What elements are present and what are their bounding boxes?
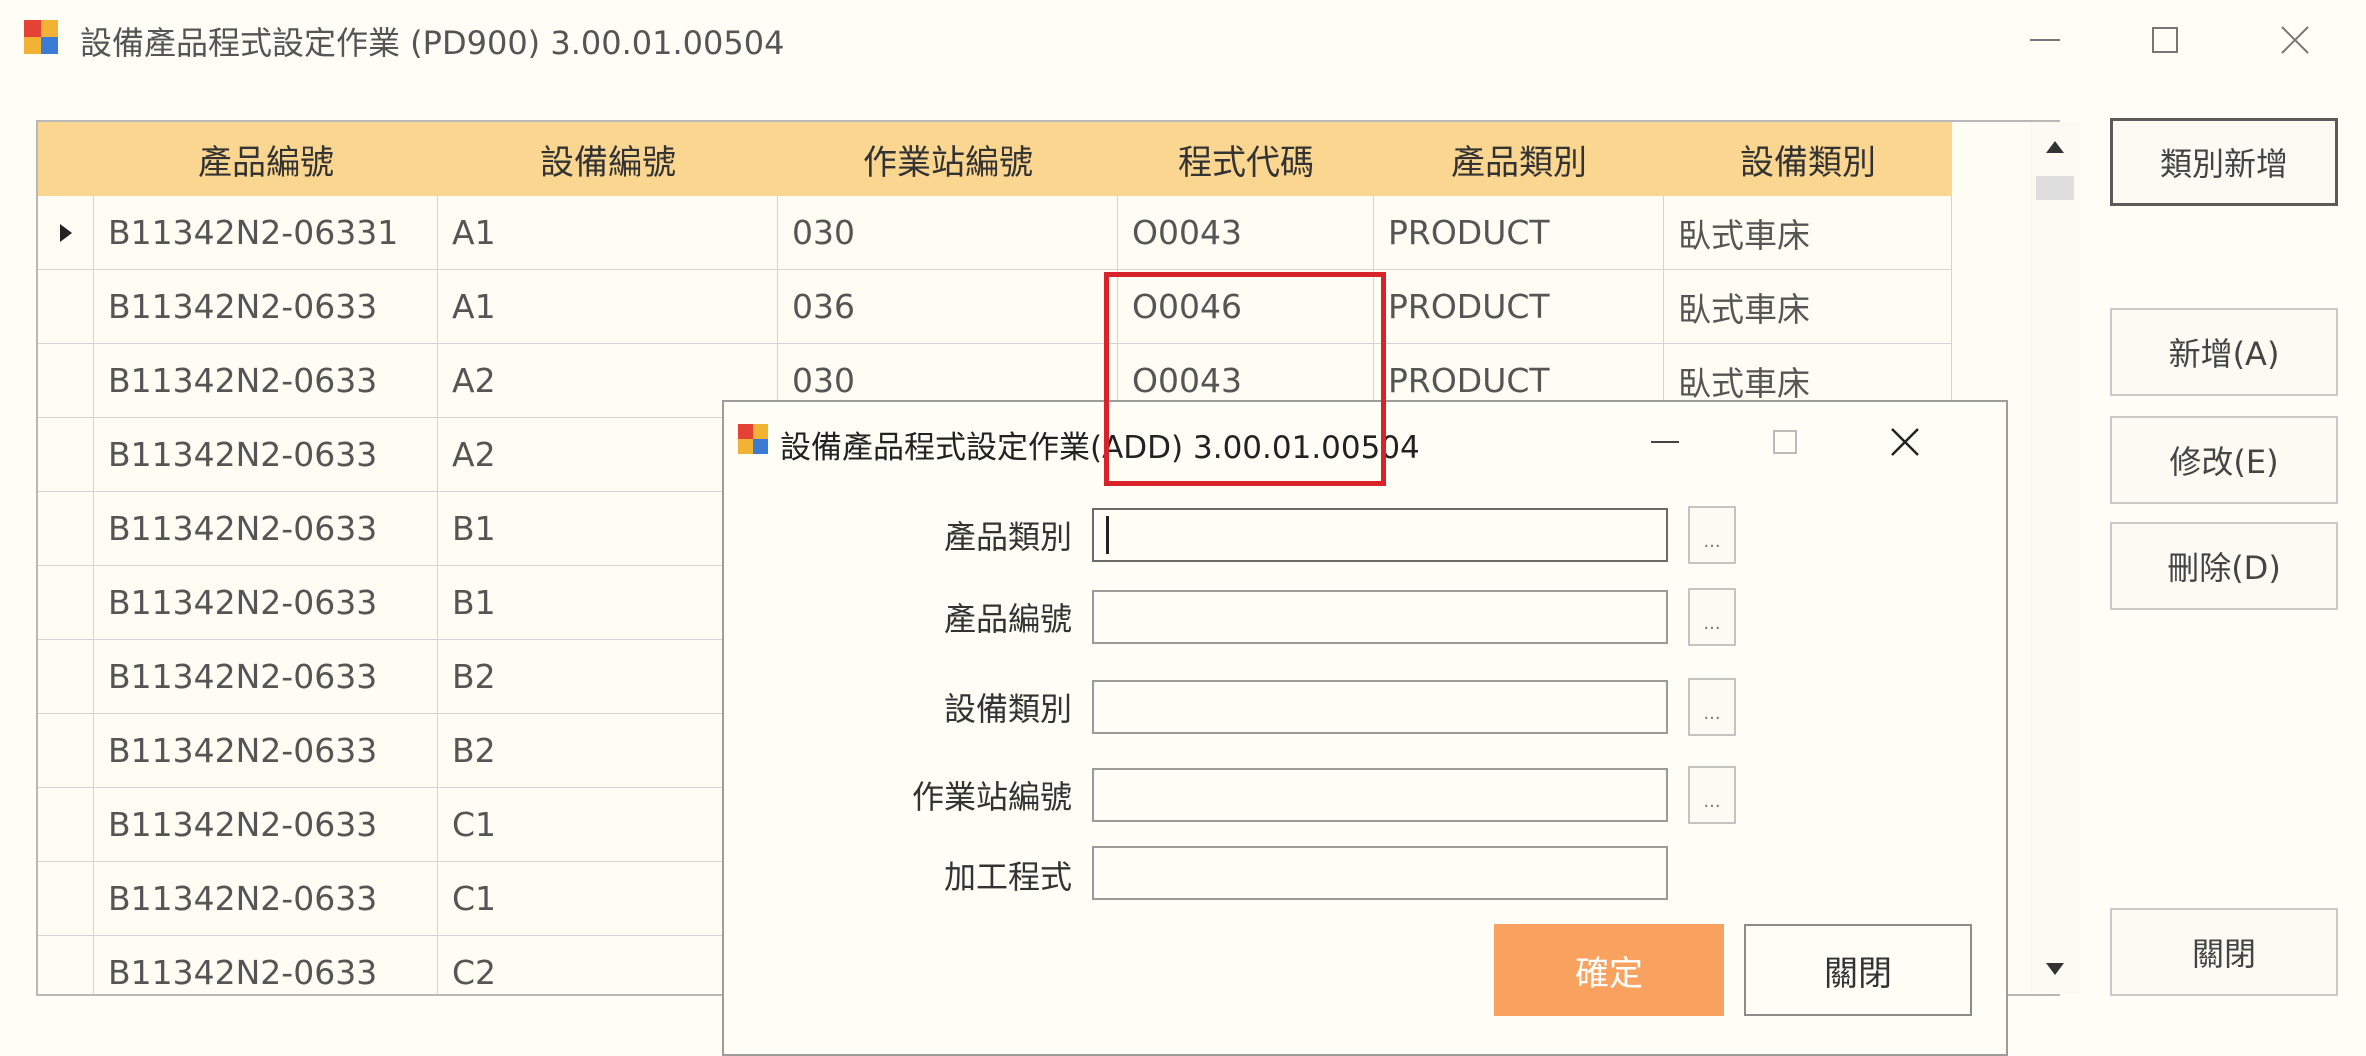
product-category-label: 產品類別 <box>943 518 1072 556</box>
column-header[interactable]: 作業站編號 <box>778 122 1118 196</box>
row-header[interactable] <box>38 788 94 862</box>
category-add-button[interactable]: 類別新增 <box>2110 118 2338 206</box>
table-cell[interactable]: 臥式車床 <box>1664 270 1952 344</box>
table-cell[interactable]: B11342N2-0633 <box>94 788 438 862</box>
maximize-icon <box>2152 27 2178 53</box>
machining-program-label: 加工程式 <box>943 858 1072 896</box>
grid-header: 產品編號 設備編號 作業站編號 程式代碼 產品類別 設備類別 <box>38 122 1952 196</box>
dialog-title-bar: 設備產品程式設定作業(ADD) 3.00.01.00504 <box>724 402 2006 480</box>
close-window-button[interactable] <box>2250 8 2340 72</box>
dialog-close-button[interactable] <box>1870 414 1940 470</box>
column-header[interactable]: 程式代碼 <box>1118 122 1374 196</box>
equipment-category-label: 設備類別 <box>943 690 1072 728</box>
table-row[interactable]: B11342N2-0633 A1 036 O0046 PRODUCT 臥式車床 <box>38 270 1952 344</box>
row-header-corner <box>38 122 94 196</box>
table-cell[interactable]: B11342N2-0633 <box>94 640 438 714</box>
delete-button[interactable]: 刪除(D) <box>2110 522 2338 610</box>
row-header[interactable] <box>38 270 94 344</box>
scroll-thumb[interactable] <box>2036 176 2074 200</box>
row-header[interactable] <box>38 862 94 936</box>
table-cell[interactable]: B11342N2-0633 <box>94 714 438 788</box>
close-icon <box>2281 26 2309 54</box>
table-cell[interactable]: PRODUCT <box>1374 196 1664 270</box>
table-cell[interactable]: PRODUCT <box>1374 270 1664 344</box>
triangle-up-icon <box>2046 141 2064 153</box>
minimize-icon <box>2030 39 2060 41</box>
row-header[interactable] <box>38 714 94 788</box>
product-number-label: 產品編號 <box>943 600 1072 638</box>
product-category-input[interactable] <box>1092 508 1668 562</box>
row-header[interactable] <box>38 418 94 492</box>
row-header[interactable] <box>38 566 94 640</box>
confirm-button[interactable]: 確定 <box>1494 924 1724 1016</box>
column-header[interactable]: 產品類別 <box>1374 122 1664 196</box>
maximize-button[interactable] <box>2120 8 2210 72</box>
text-caret <box>1106 516 1109 554</box>
table-cell[interactable]: A1 <box>438 196 778 270</box>
column-header[interactable]: 設備編號 <box>438 122 778 196</box>
edit-button[interactable]: 修改(E) <box>2110 416 2338 504</box>
close-button[interactable]: 關閉 <box>2110 908 2338 996</box>
dialog-maximize-button[interactable] <box>1750 414 1820 470</box>
triangle-down-icon <box>2046 963 2064 975</box>
table-cell[interactable]: 臥式車床 <box>1664 196 1952 270</box>
table-cell[interactable]: B11342N2-0633 <box>94 936 438 994</box>
table-cell[interactable]: O0046 <box>1118 270 1374 344</box>
main-window: 設備產品程式設定作業 (PD900) 3.00.01.00504 產品編號 設備… <box>0 0 2366 1056</box>
table-cell[interactable]: 030 <box>778 196 1118 270</box>
table-cell[interactable]: A1 <box>438 270 778 344</box>
row-header[interactable] <box>38 640 94 714</box>
vertical-scrollbar[interactable] <box>2030 122 2080 994</box>
minimize-icon <box>1651 441 1679 443</box>
station-number-input[interactable] <box>1092 768 1668 822</box>
machining-program-input[interactable] <box>1092 846 1668 900</box>
title-bar: 設備產品程式設定作業 (PD900) 3.00.01.00504 <box>0 0 2366 80</box>
row-header[interactable] <box>38 936 94 994</box>
row-header[interactable] <box>38 344 94 418</box>
dialog-app-icon <box>738 424 768 454</box>
equipment-category-browse-button[interactable]: ... <box>1688 678 1736 736</box>
add-dialog: 設備產品程式設定作業(ADD) 3.00.01.00504 產品類別 ... 產… <box>722 400 2008 1056</box>
table-cell[interactable]: B11342N2-0633 <box>94 492 438 566</box>
add-button[interactable]: 新增(A) <box>2110 308 2338 396</box>
current-row-indicator-icon <box>59 223 72 242</box>
app-icon <box>24 20 58 54</box>
equipment-category-input[interactable] <box>1092 680 1668 734</box>
dialog-title: 設備產品程式設定作業(ADD) 3.00.01.00504 <box>780 430 1420 466</box>
station-number-browse-button[interactable]: ... <box>1688 766 1736 824</box>
table-cell[interactable]: O0043 <box>1118 196 1374 270</box>
table-row[interactable]: B11342N2-06331 A1 030 O0043 PRODUCT 臥式車床 <box>38 196 1952 270</box>
maximize-icon <box>1773 430 1797 454</box>
table-cell[interactable]: 036 <box>778 270 1118 344</box>
table-cell[interactable]: B11342N2-0633 <box>94 344 438 418</box>
table-cell[interactable]: B11342N2-0633 <box>94 418 438 492</box>
dialog-minimize-button[interactable] <box>1630 414 1700 470</box>
row-header[interactable] <box>38 196 94 270</box>
table-cell[interactable]: B11342N2-06331 <box>94 196 438 270</box>
dialog-close-text-button[interactable]: 關閉 <box>1744 924 1972 1016</box>
table-cell[interactable]: B11342N2-0633 <box>94 862 438 936</box>
table-cell[interactable]: B11342N2-0633 <box>94 270 438 344</box>
close-icon <box>1891 428 1919 456</box>
minimize-button[interactable] <box>2000 8 2090 72</box>
table-cell[interactable]: B11342N2-0633 <box>94 566 438 640</box>
product-category-browse-button[interactable]: ... <box>1688 506 1736 564</box>
scroll-up-button[interactable] <box>2030 122 2080 172</box>
row-header[interactable] <box>38 492 94 566</box>
product-number-input[interactable] <box>1092 590 1668 644</box>
scroll-down-button[interactable] <box>2030 944 2080 994</box>
product-number-browse-button[interactable]: ... <box>1688 588 1736 646</box>
column-header[interactable]: 產品編號 <box>94 122 438 196</box>
station-number-label: 作業站編號 <box>911 778 1072 816</box>
column-header[interactable]: 設備類別 <box>1664 122 1952 196</box>
window-title: 設備產品程式設定作業 (PD900) 3.00.01.00504 <box>80 24 785 62</box>
